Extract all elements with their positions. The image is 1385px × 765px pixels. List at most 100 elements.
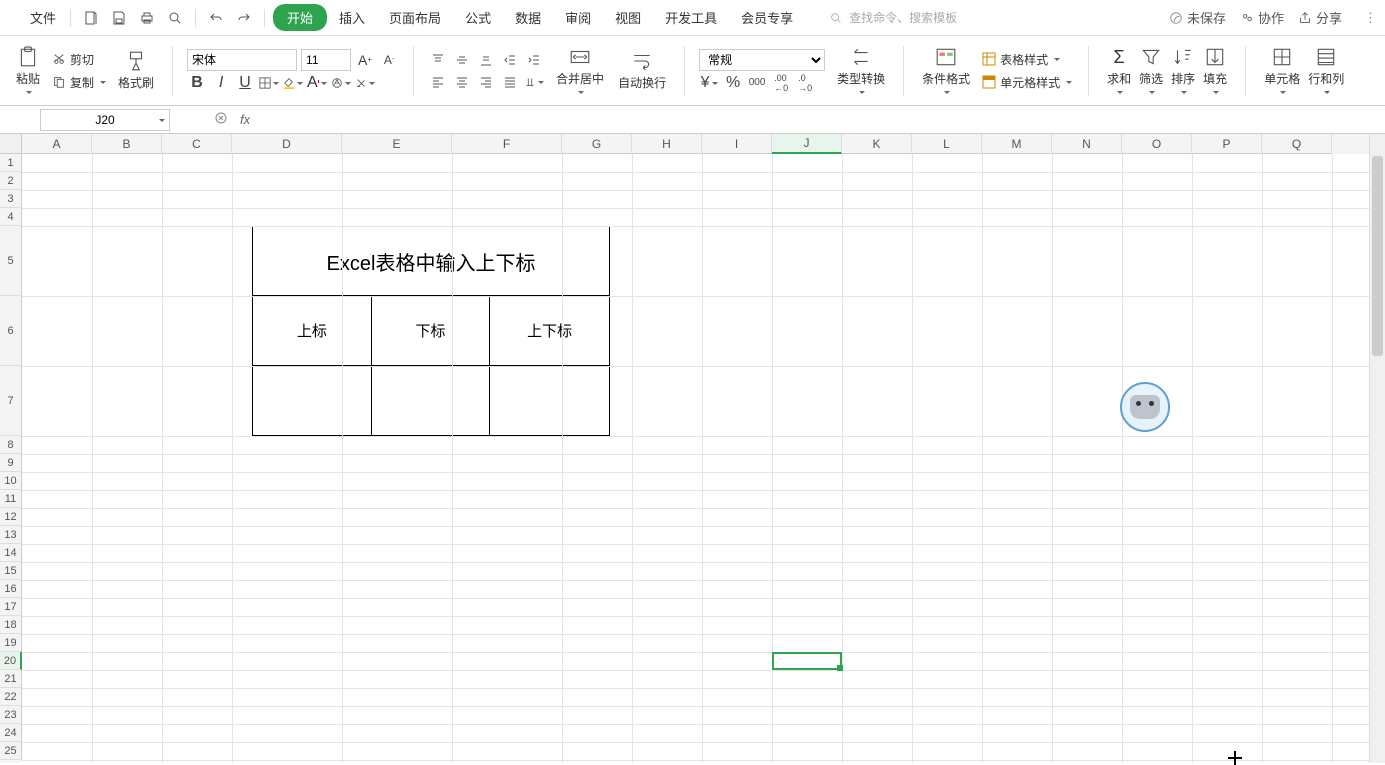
- sort-button[interactable]: 排序: [1167, 44, 1199, 97]
- row-headers[interactable]: 1234567891011121314151617181920212223242…: [0, 154, 22, 763]
- row-header-15[interactable]: 15: [0, 562, 22, 580]
- col-header-J[interactable]: J: [772, 134, 842, 154]
- comma-icon[interactable]: 000: [747, 73, 767, 93]
- hamburger-icon[interactable]: [8, 14, 20, 22]
- cond-format-button[interactable]: 条件格式: [918, 44, 974, 97]
- increase-decimal-icon[interactable]: .00←0: [771, 73, 791, 93]
- row-header-5[interactable]: 5: [0, 226, 22, 296]
- scrollbar-thumb[interactable]: [1372, 156, 1383, 356]
- col-header-F[interactable]: F: [452, 134, 562, 154]
- row-header-2[interactable]: 2: [0, 172, 22, 190]
- ribbon-tab-4[interactable]: 数据: [503, 2, 553, 33]
- col-header-L[interactable]: L: [912, 134, 982, 154]
- increase-font-icon[interactable]: A+: [355, 50, 375, 70]
- row-header-16[interactable]: 16: [0, 580, 22, 598]
- ribbon-tab-8[interactable]: 会员专享: [729, 2, 805, 33]
- print-icon[interactable]: [135, 6, 159, 30]
- italic-icon[interactable]: I: [211, 73, 231, 93]
- format-painter-button[interactable]: 格式刷: [114, 48, 158, 93]
- align-left-icon[interactable]: [428, 72, 448, 92]
- align-bottom-icon[interactable]: [476, 50, 496, 70]
- row-header-18[interactable]: 18: [0, 616, 22, 634]
- row-header-12[interactable]: 12: [0, 508, 22, 526]
- font-size-combo[interactable]: [301, 49, 351, 71]
- font-name-combo[interactable]: [187, 49, 297, 71]
- ribbon-tab-6[interactable]: 视图: [603, 2, 653, 33]
- currency-icon[interactable]: ¥: [699, 73, 719, 93]
- preview-icon[interactable]: [163, 6, 187, 30]
- row-header-3[interactable]: 3: [0, 190, 22, 208]
- select-all-corner[interactable]: [0, 134, 22, 154]
- clear-format-icon[interactable]: [355, 73, 375, 93]
- ribbon-tab-2[interactable]: 页面布局: [377, 2, 453, 33]
- spreadsheet-grid[interactable]: ABCDEFGHIJKLMNOPQ 1234567891011121314151…: [0, 134, 1385, 763]
- row-header-6[interactable]: 6: [0, 296, 22, 366]
- ribbon-tab-3[interactable]: 公式: [453, 2, 503, 33]
- file-menu[interactable]: 文件: [24, 4, 62, 31]
- row-header-1[interactable]: 1: [0, 154, 22, 172]
- row-header-8[interactable]: 8: [0, 436, 22, 454]
- unsaved-status[interactable]: 未保存: [1169, 8, 1226, 27]
- col-header-I[interactable]: I: [702, 134, 772, 154]
- col-header-O[interactable]: O: [1122, 134, 1192, 154]
- more-icon[interactable]: ⋮: [1364, 10, 1377, 26]
- col-header-A[interactable]: A: [22, 134, 92, 154]
- align-right-icon[interactable]: [476, 72, 496, 92]
- justify-icon[interactable]: [500, 72, 520, 92]
- fill-button[interactable]: 填充: [1199, 44, 1231, 97]
- paste-button[interactable]: 粘贴: [12, 44, 44, 97]
- sum-button[interactable]: Σ求和: [1103, 44, 1135, 97]
- assistant-avatar[interactable]: [1120, 382, 1170, 432]
- formula-input[interactable]: [250, 109, 1385, 131]
- align-center-icon[interactable]: [452, 72, 472, 92]
- ribbon-tab-0[interactable]: 开始: [273, 4, 327, 31]
- row-header-13[interactable]: 13: [0, 526, 22, 544]
- vertical-scrollbar[interactable]: [1369, 134, 1385, 763]
- table-data-cell[interactable]: [253, 366, 372, 435]
- table-data-cell[interactable]: [490, 366, 609, 435]
- row-header-19[interactable]: 19: [0, 634, 22, 652]
- underline-icon[interactable]: U: [235, 73, 255, 93]
- column-headers[interactable]: ABCDEFGHIJKLMNOPQ: [22, 134, 1369, 154]
- row-header-9[interactable]: 9: [0, 454, 22, 472]
- number-format-combo[interactable]: 常规: [699, 49, 825, 71]
- increase-indent-icon[interactable]: [524, 50, 544, 70]
- command-search[interactable]: 查找命令、搜索模板: [829, 9, 957, 26]
- row-header-20[interactable]: 20: [0, 652, 22, 670]
- ribbon-tab-7[interactable]: 开发工具: [653, 2, 729, 33]
- row-header-17[interactable]: 17: [0, 598, 22, 616]
- percent-icon[interactable]: %: [723, 73, 743, 93]
- table-style-button[interactable]: 表格样式: [980, 49, 1074, 70]
- decrease-font-icon[interactable]: A-: [379, 50, 399, 70]
- col-header-N[interactable]: N: [1052, 134, 1122, 154]
- col-header-P[interactable]: P: [1192, 134, 1262, 154]
- col-header-Q[interactable]: Q: [1262, 134, 1332, 154]
- fill-color-icon[interactable]: [283, 73, 303, 93]
- row-header-10[interactable]: 10: [0, 472, 22, 490]
- table-data-cell[interactable]: [372, 366, 491, 435]
- row-header-22[interactable]: 22: [0, 688, 22, 706]
- col-header-M[interactable]: M: [982, 134, 1052, 154]
- wrap-text-button[interactable]: 自动换行: [614, 48, 670, 93]
- bold-icon[interactable]: B: [187, 73, 207, 93]
- row-header-24[interactable]: 24: [0, 724, 22, 742]
- font-color-icon[interactable]: A: [307, 73, 327, 93]
- cut-button[interactable]: 剪切: [50, 49, 108, 70]
- decrease-indent-icon[interactable]: [500, 50, 520, 70]
- fx-icon[interactable]: fx: [240, 112, 250, 127]
- col-header-C[interactable]: C: [162, 134, 232, 154]
- col-header-G[interactable]: G: [562, 134, 632, 154]
- cell-button[interactable]: 单元格: [1260, 44, 1304, 97]
- row-header-23[interactable]: 23: [0, 706, 22, 724]
- col-header-B[interactable]: B: [92, 134, 162, 154]
- rowcol-button[interactable]: 行和列: [1304, 44, 1348, 97]
- col-header-K[interactable]: K: [842, 134, 912, 154]
- row-header-4[interactable]: 4: [0, 208, 22, 226]
- merge-center-button[interactable]: 合并居中: [552, 44, 608, 97]
- redo-icon[interactable]: [232, 6, 256, 30]
- copy-button[interactable]: 复制: [50, 72, 108, 93]
- decrease-decimal-icon[interactable]: .0→0: [795, 73, 815, 93]
- row-header-21[interactable]: 21: [0, 670, 22, 688]
- col-header-E[interactable]: E: [342, 134, 452, 154]
- type-convert-button[interactable]: 类型转换: [833, 44, 889, 97]
